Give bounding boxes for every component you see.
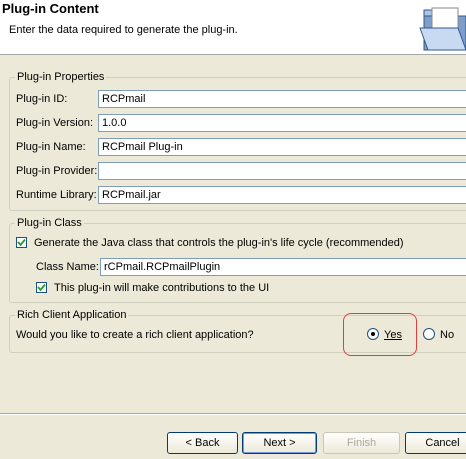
plugin-id-field[interactable]: RCPmail bbox=[98, 90, 466, 108]
runtime-library-label: Runtime Library: bbox=[16, 189, 97, 201]
plugin-id-label: Plug-in ID: bbox=[16, 93, 68, 105]
contributes-ui-checkbox[interactable] bbox=[36, 282, 47, 293]
group-title: Plug-in Class bbox=[15, 217, 84, 230]
plugin-version-label: Plug-in Version: bbox=[16, 117, 94, 129]
back-button[interactable]: < Back bbox=[167, 432, 238, 454]
wizard-header: Plug-in Content Enter the data required … bbox=[0, 0, 466, 55]
generate-class-label: Generate the Java class that controls th… bbox=[34, 237, 404, 249]
group-title: Rich Client Application bbox=[15, 309, 129, 322]
rich-client-question: Would you like to create a rich client a… bbox=[16, 329, 254, 341]
class-name-label: Class Name: bbox=[36, 261, 99, 273]
finish-button[interactable]: Finish bbox=[323, 432, 400, 454]
separator bbox=[0, 413, 466, 415]
folder-icon bbox=[419, 7, 466, 51]
wizard-description: Enter the data required to generate the … bbox=[9, 24, 238, 36]
plugin-provider-label: Plug-in Provider: bbox=[16, 165, 98, 177]
no-radio[interactable] bbox=[423, 328, 435, 340]
annotation-highlight bbox=[343, 313, 417, 356]
no-radio-label[interactable]: No bbox=[440, 328, 454, 342]
plugin-name-label: Plug-in Name: bbox=[16, 141, 86, 153]
contributes-ui-label: This plug-in will make contributions to … bbox=[54, 282, 270, 294]
plugin-provider-field[interactable] bbox=[98, 162, 466, 180]
runtime-library-field[interactable]: RCPmail.jar bbox=[98, 186, 466, 204]
plugin-name-field[interactable]: RCPmail Plug-in bbox=[98, 138, 466, 156]
group-title: Plug-in Properties bbox=[15, 71, 107, 84]
generate-class-checkbox[interactable] bbox=[16, 237, 27, 248]
next-button[interactable]: Next > bbox=[242, 432, 317, 454]
wizard-title: Plug-in Content bbox=[2, 1, 99, 16]
plugin-version-field[interactable]: 1.0.0 bbox=[98, 114, 466, 132]
cancel-button[interactable]: Cancel bbox=[405, 432, 466, 454]
class-name-field[interactable]: rCPmail.RCPmailPlugin bbox=[100, 258, 466, 276]
